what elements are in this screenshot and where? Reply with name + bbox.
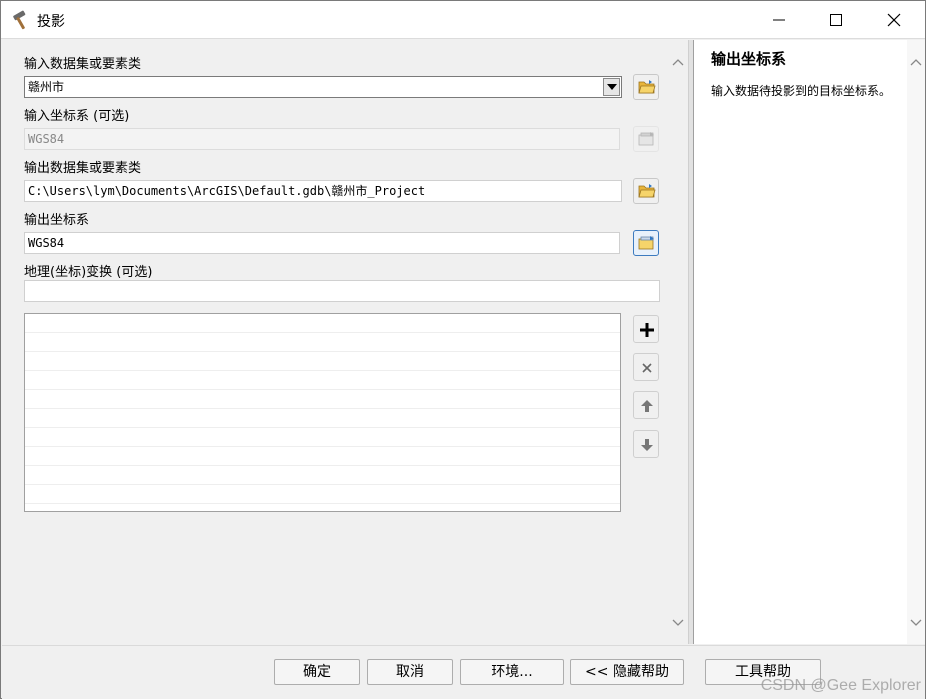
minimize-button[interactable] xyxy=(752,1,808,39)
scroll-up-icon[interactable] xyxy=(671,56,685,70)
help-text: 输入数据待投影到的目标坐标系。 xyxy=(711,84,892,98)
minimize-icon xyxy=(773,19,785,21)
window-title: 投影 xyxy=(37,14,65,30)
dropdown-button[interactable] xyxy=(603,78,620,96)
close-icon xyxy=(887,13,901,27)
ok-button[interactable]: 确定 xyxy=(274,659,360,685)
list-item[interactable] xyxy=(25,466,620,485)
scroll-down-icon[interactable] xyxy=(909,615,923,629)
environments-button[interactable]: 环境... xyxy=(460,659,564,685)
scroll-down-icon[interactable] xyxy=(671,615,685,629)
properties-icon xyxy=(638,236,654,250)
properties-icon xyxy=(638,132,654,146)
open-folder-icon xyxy=(638,184,656,198)
input-crs-field: WGS84 xyxy=(24,128,620,150)
move-down-button[interactable] xyxy=(633,430,659,458)
move-up-button[interactable] xyxy=(633,391,659,419)
parameters-panel: 输入数据集或要素类 赣州市 输入坐标系 (可选) WGS84 输出数据集或要素类 xyxy=(2,40,688,644)
output-crs-field[interactable]: WGS84 xyxy=(24,232,620,254)
output-dataset-label: 输出数据集或要素类 xyxy=(24,161,142,176)
plus-icon xyxy=(640,323,654,337)
watermark: CSDN @Gee Explorer xyxy=(760,677,921,694)
input-dataset-label: 输入数据集或要素类 xyxy=(24,57,142,72)
tool-dialog: 投影 输入数据集或要素类 赣州市 输入坐标系 (可选) WGS84 输出数据集或… xyxy=(0,0,926,699)
input-crs-properties-button xyxy=(633,126,659,152)
close-icon xyxy=(642,363,652,373)
input-dataset-browse-button[interactable] xyxy=(633,74,659,100)
list-item[interactable] xyxy=(25,428,620,447)
input-dataset-value: 赣州市 xyxy=(28,80,65,94)
output-crs-label: 输出坐标系 xyxy=(24,213,90,228)
open-folder-icon xyxy=(638,80,656,94)
add-button[interactable] xyxy=(633,315,659,343)
list-item[interactable] xyxy=(25,314,620,333)
arrow-up-icon xyxy=(641,400,653,412)
list-item[interactable] xyxy=(25,390,620,409)
list-item[interactable] xyxy=(25,333,620,352)
output-dataset-browse-button[interactable] xyxy=(633,178,659,204)
help-panel: 输出坐标系 输入数据待投影到的目标坐标系。 xyxy=(693,40,925,644)
transform-list[interactable] xyxy=(24,313,621,512)
hammer-icon xyxy=(13,10,26,30)
hide-help-button[interactable]: << 隐藏帮助 xyxy=(570,659,684,685)
help-scrollbar[interactable] xyxy=(907,40,925,644)
title-bar: 投影 xyxy=(1,1,925,39)
help-title: 输出坐标系 xyxy=(711,50,787,68)
maximize-button[interactable] xyxy=(809,1,865,39)
geo-transform-field[interactable] xyxy=(24,280,660,302)
cancel-button[interactable]: 取消 xyxy=(367,659,453,685)
button-bar: 确定 取消 环境... << 隐藏帮助 工具帮助 CSDN @Gee Explo… xyxy=(2,645,925,699)
input-dataset-combo[interactable]: 赣州市 xyxy=(24,76,622,98)
output-dataset-field[interactable]: C:\Users\lym\Documents\ArcGIS\Default.gd… xyxy=(24,180,622,202)
input-crs-label: 输入坐标系 (可选) xyxy=(24,109,130,124)
scroll-up-icon[interactable] xyxy=(909,56,923,70)
list-item[interactable] xyxy=(25,352,620,371)
list-item[interactable] xyxy=(25,485,620,504)
list-item[interactable] xyxy=(25,409,620,428)
list-item[interactable] xyxy=(25,371,620,390)
maximize-icon xyxy=(830,14,842,26)
close-button[interactable] xyxy=(867,1,923,39)
remove-button[interactable] xyxy=(633,353,659,381)
chevron-down-icon xyxy=(607,84,617,90)
list-item[interactable] xyxy=(25,447,620,466)
output-crs-properties-button[interactable] xyxy=(633,230,659,256)
arrow-down-icon xyxy=(641,439,653,451)
geo-transform-label: 地理(坐标)变换 (可选) xyxy=(24,265,153,280)
